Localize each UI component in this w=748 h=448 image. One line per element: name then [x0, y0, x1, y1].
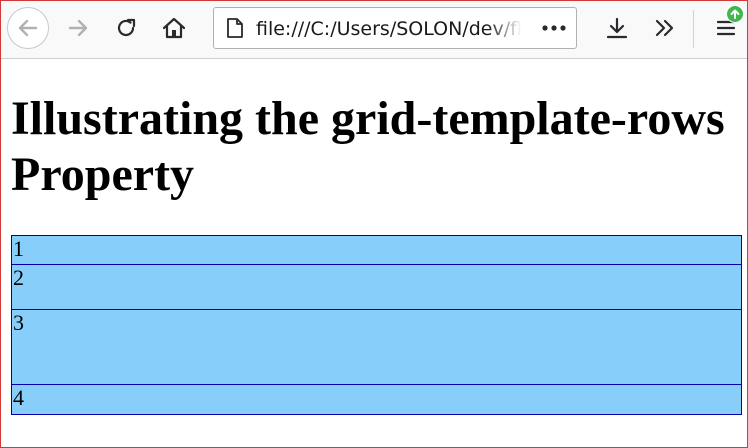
- reload-button[interactable]: [106, 8, 146, 48]
- forward-button[interactable]: [58, 8, 98, 48]
- grid-container: 1 2 3 4: [11, 235, 742, 415]
- home-button[interactable]: [154, 8, 194, 48]
- downloads-button[interactable]: [597, 8, 637, 48]
- url-bar[interactable]: file:///C:/Users/SOLON/dev/fla: [213, 7, 577, 49]
- grid-item: 3: [11, 309, 742, 385]
- grid-item: 1: [11, 235, 742, 265]
- url-fade: [488, 14, 536, 44]
- page-actions-button[interactable]: [539, 16, 569, 40]
- more-icon: [542, 25, 566, 31]
- download-icon: [606, 17, 628, 39]
- grid-item: 2: [11, 264, 742, 310]
- toolbar-separator: [693, 10, 694, 48]
- page-icon: [227, 18, 243, 38]
- overflow-menu-button[interactable]: [645, 8, 685, 48]
- reload-icon: [117, 18, 136, 37]
- page-content: Illustrating the grid-template-rows Prop…: [0, 59, 748, 448]
- grid-item: 4: [11, 384, 742, 415]
- home-icon: [162, 17, 186, 39]
- back-button[interactable]: [7, 7, 49, 49]
- update-icon: [730, 9, 740, 19]
- forward-icon: [68, 19, 88, 37]
- overflow-icon: [655, 19, 674, 37]
- update-badge[interactable]: [726, 5, 744, 23]
- page-title: Illustrating the grid-template-rows Prop…: [11, 92, 725, 201]
- browser-toolbar: file:///C:/Users/SOLON/dev/fla: [0, 0, 748, 59]
- back-icon: [18, 19, 38, 37]
